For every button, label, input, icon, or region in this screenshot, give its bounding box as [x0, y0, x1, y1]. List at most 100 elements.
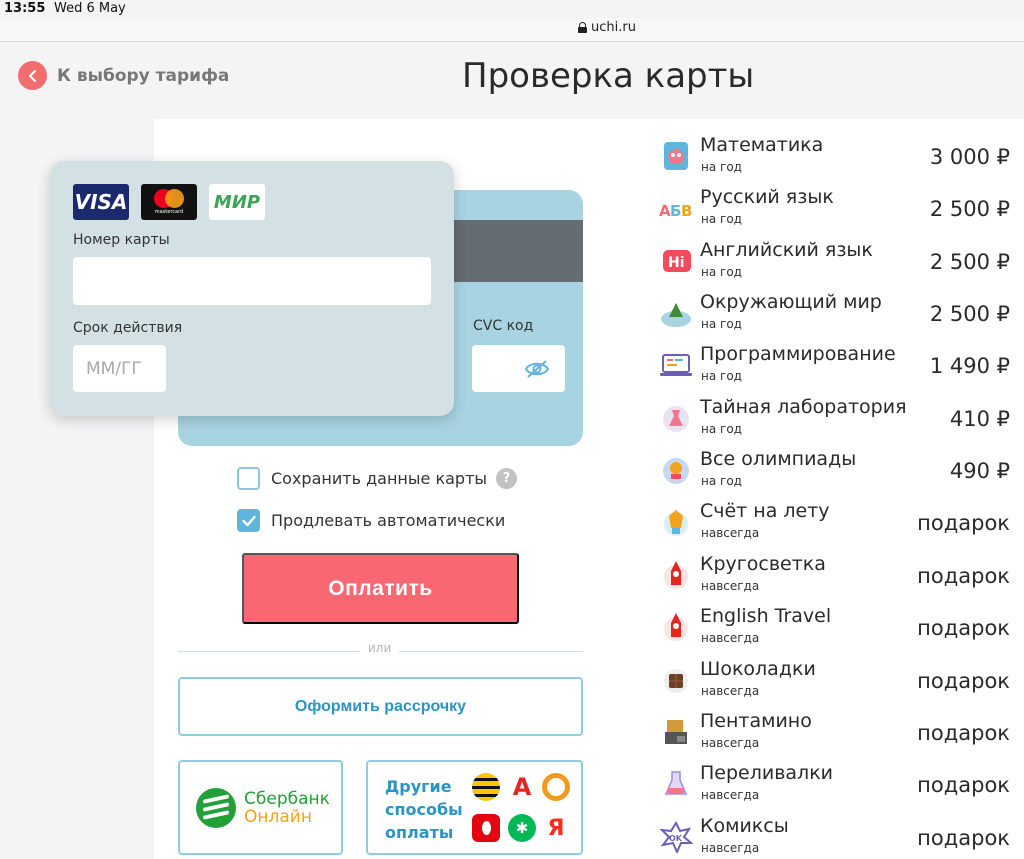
sberbank-label: Сбербанк Онлайн [244, 790, 330, 826]
expiry-input[interactable] [73, 345, 166, 392]
item-price: 2 500 ₽ [929, 249, 1010, 274]
browser-address-bar[interactable]: uchi.ru [0, 18, 1024, 42]
sberbank-online-button[interactable]: Сбербанк Онлайн [178, 760, 343, 855]
or-divider-label: или [360, 641, 400, 655]
order-item: Счёт на лету навсегда подарок [606, 500, 1024, 552]
world-icon [659, 297, 693, 329]
chevron-left-icon[interactable] [18, 61, 47, 90]
expiry-label: Срок действия [73, 320, 183, 336]
order-item: Hi Английский язык на год 2 500 ₽ [606, 239, 1024, 291]
sberbank-label-line1: Сбербанк [244, 788, 330, 809]
back-link-label: К выбору тарифа [57, 65, 230, 86]
item-price: 3 000 ₽ [929, 145, 1010, 169]
math-icon [659, 140, 693, 172]
rocket-icon [659, 559, 693, 591]
item-period: на год [701, 160, 742, 174]
item-price: подарок [917, 511, 1010, 536]
pentamino-icon [659, 716, 693, 748]
mastercard-logo-text: mastercard [154, 209, 184, 215]
order-item: Кругосветка навсегда подарок [606, 553, 1024, 605]
yandex-logo-icon: Я [547, 815, 565, 841]
status-date: Wed 6 May [54, 1, 126, 16]
item-name: Пентамино [700, 709, 812, 732]
item-price: подарок [917, 563, 1010, 588]
lab-icon [659, 402, 693, 434]
item-name: Программирование [700, 343, 896, 366]
item-price: 2 500 ₽ [929, 197, 1010, 222]
item-name: Математика [700, 134, 824, 156]
page-title: Проверка карты [462, 56, 755, 96]
item-period: навсегда [701, 631, 760, 646]
item-period: на год [701, 421, 742, 436]
pay-button[interactable]: Оплатить [242, 553, 519, 624]
visa-logo: VISA [73, 184, 129, 220]
qiwi-logo-icon [542, 773, 570, 801]
item-period: навсегда [701, 526, 760, 541]
order-item: Переливалки навсегда подарок [606, 762, 1024, 814]
checkmark-icon [241, 515, 256, 526]
url-display[interactable]: uchi.ru [578, 20, 636, 35]
save-card-option[interactable]: Сохранить данные карты ? [237, 467, 518, 490]
other-methods-label: Другие способы оплаты [385, 775, 463, 844]
count-icon [659, 506, 693, 538]
order-item: Пентамино навсегда подарок [606, 710, 1024, 762]
item-period: навсегда [701, 788, 760, 803]
beeline-logo-icon [472, 773, 500, 801]
status-time: 13:55 [4, 1, 46, 16]
item-name: Окружающий мир [700, 291, 882, 314]
abc-icon: АБВ [659, 192, 693, 224]
item-name: Тайная лаборатория [700, 395, 907, 418]
help-icon[interactable]: ? [496, 468, 518, 489]
save-card-label: Сохранить данные карты [271, 469, 488, 488]
item-period: на год [701, 369, 742, 384]
item-period: навсегда [701, 735, 760, 750]
status-bar: 13:55 Wed 6 May [0, 0, 1024, 18]
cvc-input[interactable] [472, 345, 565, 392]
item-period: навсегда [701, 578, 760, 593]
item-price: 410 ₽ [949, 406, 1010, 431]
item-name: Переливалки [700, 762, 834, 785]
installment-button[interactable]: Оформить рассрочку [178, 677, 583, 736]
item-period: навсегда [701, 840, 760, 855]
sberbank-logo-icon [196, 787, 236, 828]
auto-renew-option[interactable]: Продлевать автоматически [237, 509, 505, 532]
item-price: 2 500 ₽ [929, 302, 1010, 327]
item-period: навсегда [701, 683, 760, 698]
item-price: подарок [917, 616, 1010, 641]
card-number-input[interactable] [73, 257, 431, 305]
alfabank-logo-icon: A [512, 773, 532, 801]
item-price: подарок [917, 720, 1010, 745]
save-card-checkbox[interactable] [237, 467, 260, 490]
other-payment-methods-button[interactable]: Другие способы оплаты A ✱ Я [366, 760, 583, 855]
item-name: Все олимпиады [700, 448, 857, 471]
order-item: OK Комиксы навсегда подарок [606, 815, 1024, 859]
mts-logo-icon [472, 814, 500, 842]
back-to-tariff-link[interactable]: К выбору тарифа [18, 61, 229, 90]
auto-renew-checkbox[interactable] [237, 509, 260, 532]
svg-text:Б: Б [670, 202, 681, 220]
flask-icon [659, 768, 693, 800]
item-price: подарок [917, 825, 1010, 850]
comics-icon: OK [659, 820, 694, 855]
item-name: Счёт на лету [700, 500, 830, 523]
svg-text:В: В [681, 202, 692, 220]
url-text: uchi.ru [591, 20, 636, 35]
order-item: А Б В Русский язык на год 2 500 ₽ [606, 186, 1024, 238]
item-name: English Travel [700, 605, 832, 628]
item-price: 490 ₽ [949, 459, 1010, 484]
item-name: Русский язык [700, 186, 834, 209]
card-number-label: Номер карты [73, 232, 170, 248]
item-period: на год [701, 474, 742, 489]
other-methods-line1: Другие [385, 777, 452, 796]
item-period: на год [701, 212, 742, 227]
order-item: Все олимпиады на год 490 ₽ [606, 448, 1024, 500]
order-item: Математика на год 3 000 ₽ [606, 134, 1024, 186]
hi-icon: Hi [659, 245, 693, 277]
cvc-label: CVC код [473, 318, 534, 334]
mir-logo: МИР [209, 184, 265, 220]
item-period: на год [701, 264, 742, 279]
item-name: Кругосветка [700, 552, 826, 575]
order-item: English Travel навсегда подарок [606, 605, 1024, 657]
eye-off-icon[interactable] [524, 358, 550, 380]
megafon-logo-icon: ✱ [508, 814, 536, 842]
